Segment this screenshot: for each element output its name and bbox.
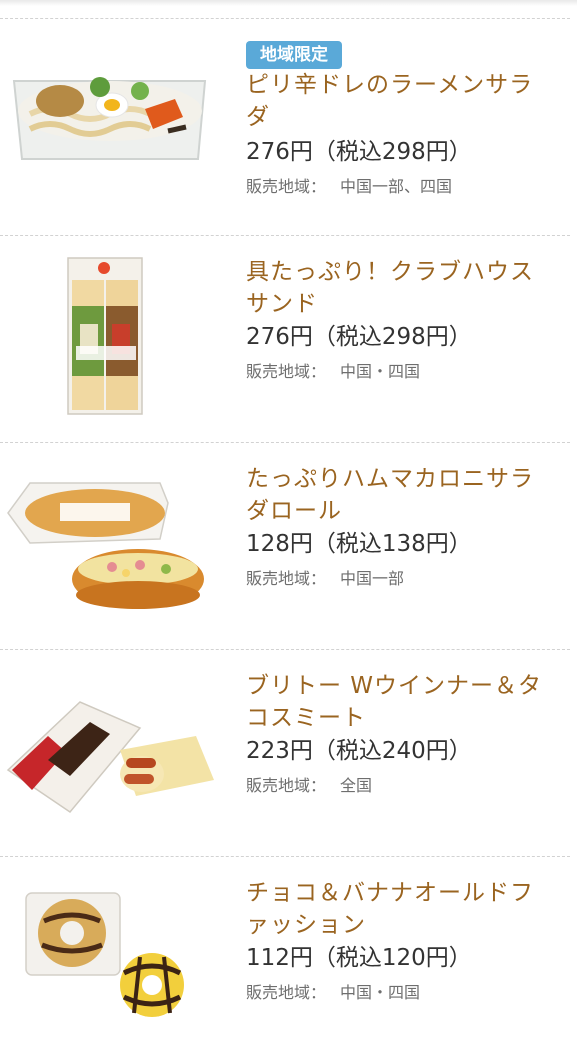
product-name[interactable]: ピリ辛ドレのラーメンサラダ <box>246 69 556 133</box>
sales-area: 販売地域： 中国一部、四国 <box>246 176 452 198</box>
burrito-photo-icon[interactable] <box>0 650 226 857</box>
sales-area-label: 販売地域： <box>246 177 327 196</box>
sales-area: 販売地域： 中国・四国 <box>246 982 420 1004</box>
sales-area-value: 中国・四国 <box>340 362 421 381</box>
product-name[interactable]: 具たっぷり！クラブハウスサンド <box>246 256 556 320</box>
sales-area-label: 販売地域： <box>246 983 327 1002</box>
region-limited-badge: 地域限定 <box>246 41 342 69</box>
product-price: 112円（税込120円） <box>246 945 472 971</box>
sales-area: 販売地域： 全国 <box>246 775 372 797</box>
product-price: 128円（税込138円） <box>246 531 472 557</box>
product-item[interactable]: 地域限定 ピリ辛ドレのラーメンサラダ 276円（税込298円） 販売地域： 中国一… <box>0 19 577 226</box>
product-name[interactable]: たっぷりハムマカロニサラダロール <box>246 463 556 527</box>
ramen-salad-photo-icon[interactable] <box>0 19 226 226</box>
sales-area-value: 中国一部、四国 <box>340 177 453 196</box>
sales-area-label: 販売地域： <box>246 569 327 588</box>
product-item[interactable]: たっぷりハムマカロニサラダロール 128円（税込138円） 販売地域： 中国一部 <box>0 443 577 650</box>
product-price: 276円（税込298円） <box>246 139 472 165</box>
product-name[interactable]: チョコ＆バナナオールドファッション <box>246 877 556 941</box>
sales-area-label: 販売地域： <box>246 776 327 795</box>
product-item[interactable]: 具たっぷり！クラブハウスサンド 276円（税込298円） 販売地域： 中国・四国 <box>0 236 577 443</box>
product-item[interactable]: ブリトー Wウインナー＆タコスミート 223円（税込240円） 販売地域： 全国 <box>0 650 577 857</box>
sales-area-value: 中国・四国 <box>340 983 421 1002</box>
donut-photo-icon[interactable] <box>0 857 226 1064</box>
product-price: 223円（税込240円） <box>246 738 472 764</box>
club-sandwich-photo-icon[interactable] <box>0 236 226 443</box>
product-name[interactable]: ブリトー Wウインナー＆タコスミート <box>246 670 556 734</box>
product-list: 地域限定 ピリ辛ドレのラーメンサラダ 276円（税込298円） 販売地域： 中国一… <box>0 0 577 1024</box>
sales-area-value: 全国 <box>340 776 373 795</box>
product-item[interactable]: チョコ＆バナナオールドファッション 112円（税込120円） 販売地域： 中国・四… <box>0 857 577 1064</box>
sales-area: 販売地域： 中国一部 <box>246 568 404 590</box>
product-price: 276円（税込298円） <box>246 324 472 350</box>
sales-area: 販売地域： 中国・四国 <box>246 361 420 383</box>
macaroni-roll-photo-icon[interactable] <box>0 443 226 650</box>
sales-area-label: 販売地域： <box>246 362 327 381</box>
sales-area-value: 中国一部 <box>340 569 405 588</box>
